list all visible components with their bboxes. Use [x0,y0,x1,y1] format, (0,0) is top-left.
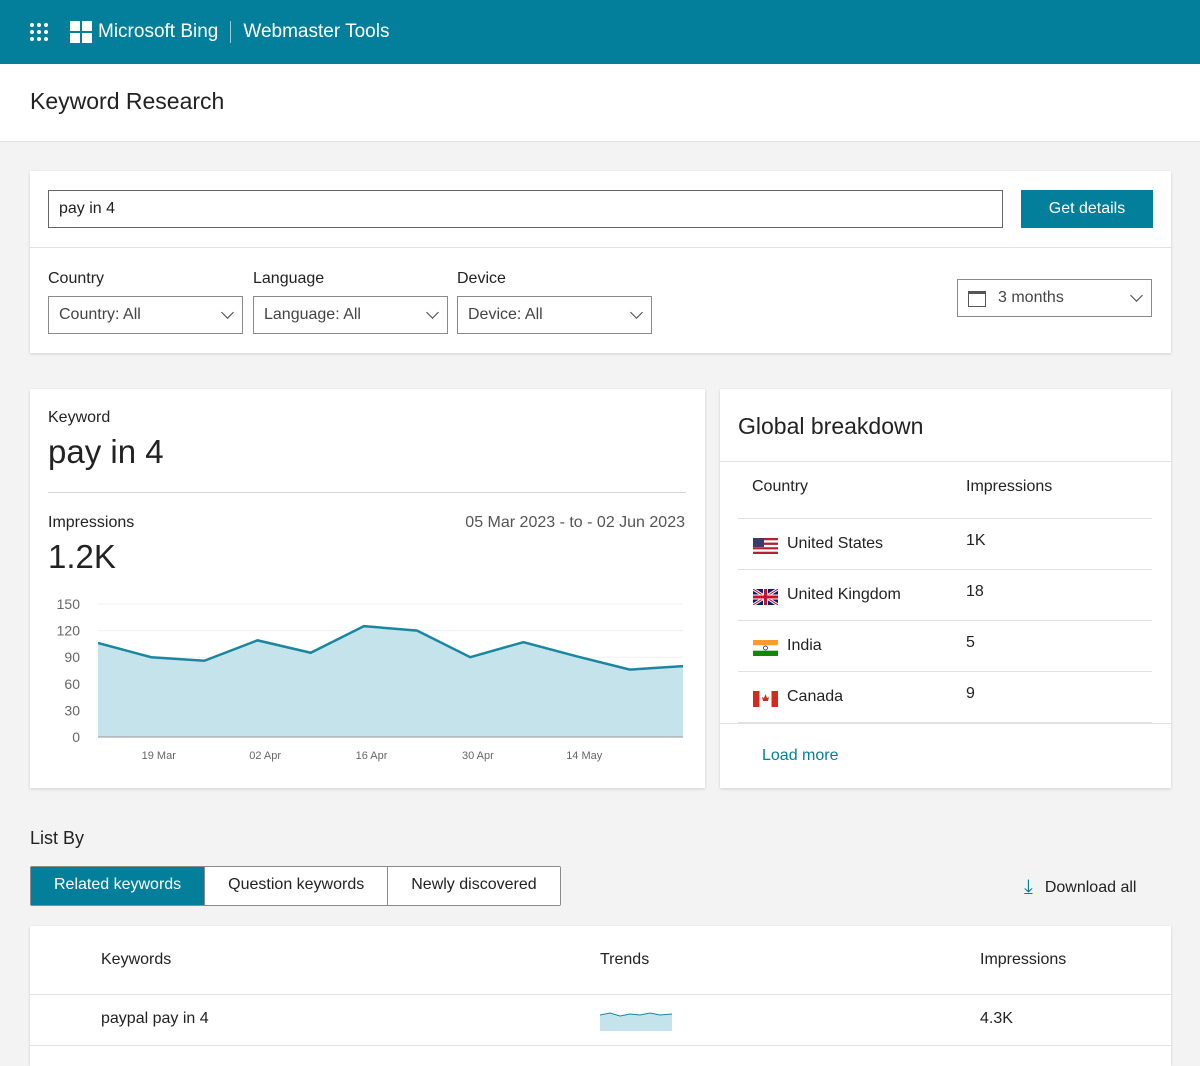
table-row[interactable]: paypal pay in 4 4.3K [30,995,1171,1046]
language-select[interactable]: Language: All [253,296,448,334]
product-name[interactable]: Webmaster Tools [243,21,389,43]
device-label: Device [457,270,506,288]
keyword-cell: paypal pay in 4 [101,1010,209,1028]
divider [230,21,231,43]
device-select[interactable]: Device: All [457,296,652,334]
trend-sparkline [600,1009,672,1031]
keyword-input[interactable]: pay in 4 [48,190,1003,228]
tab-question-keywords[interactable]: Question keywords [205,867,388,905]
country-value: Country: All [59,306,141,323]
microsoft-logo-icon [70,21,92,43]
x-tick-label: 02 Apr [249,750,281,762]
country-name: United Kingdom [787,586,901,604]
column-header-keywords: Keywords [101,951,171,969]
impressions-chart: 0 30 60 90 120 150 19 Mar 02 Apr 16 Apr 30 Apr 14 … [30,389,705,788]
country-impressions: 9 [966,685,975,703]
country-name: United States [787,535,883,553]
top-bar: Microsoft Bing Webmaster Tools [0,0,1200,64]
keyword-card: Keyword pay in 4 Impressions 05 Mar 2023… [30,389,705,788]
x-tick-label: 14 May [566,750,603,762]
y-tick-label: 120 [57,623,81,639]
list-by-label: List By [30,828,84,849]
country-row: United States 1K [738,519,1152,570]
table-header: Country Impressions [738,468,1152,519]
keywords-table: Keywords Trends Impressions paypal pay i… [30,926,1171,1066]
get-details-button[interactable]: Get details [1021,190,1153,228]
uk-flag-icon [753,589,778,605]
impressions-cell: 4.3K [980,1010,1013,1028]
device-value: Device: All [468,306,543,323]
download-all-button[interactable]: ⤓ Download all [1024,876,1136,899]
date-range-select[interactable]: 3 months [957,279,1152,317]
app-launcher-icon[interactable] [30,23,48,41]
list-tabs: Related keywords Question keywords Newly… [30,866,561,906]
country-impressions: 5 [966,634,975,652]
us-flag-icon [753,538,778,554]
y-tick-label: 0 [72,729,80,745]
calendar-icon [968,291,986,307]
column-header-impressions: Impressions [980,951,1066,969]
y-tick-label: 60 [64,676,80,692]
language-label: Language [253,270,324,288]
global-breakdown-title: Global breakdown [738,413,923,440]
country-label: Country [48,270,104,288]
country-name: Canada [787,688,843,706]
search-card: pay in 4 Get details Country Language De… [30,171,1171,353]
country-name: India [787,637,822,655]
x-tick-label: 30 Apr [462,750,494,762]
india-flag-icon [753,640,778,656]
y-tick-label: 90 [64,649,80,665]
country-row: United Kingdom 18 [738,570,1152,621]
column-header-impressions: Impressions [966,478,1052,496]
chevron-down-icon [630,306,643,319]
column-header-trends: Trends [600,951,649,969]
chevron-down-icon [221,306,234,319]
country-row: India 5 [738,621,1152,672]
date-range-value: 3 months [998,289,1064,306]
country-impressions: 1K [966,532,986,550]
y-tick-label: 30 [64,702,80,718]
chevron-down-icon [1130,289,1143,302]
brand-name[interactable]: Microsoft Bing [98,21,218,43]
canada-flag-icon [753,691,778,707]
tab-related-keywords[interactable]: Related keywords [31,867,205,905]
y-tick-label: 150 [57,596,81,612]
load-more-link[interactable]: Load more [762,747,839,765]
page-title: Keyword Research [0,64,1200,142]
tab-newly-discovered[interactable]: Newly discovered [388,867,559,905]
x-tick-label: 19 Mar [142,750,177,762]
country-impressions: 18 [966,583,984,601]
country-row: Canada 9 [738,672,1152,723]
divider [720,723,1171,724]
column-header-country: Country [752,478,808,496]
country-select[interactable]: Country: All [48,296,243,334]
divider [30,247,1171,248]
download-all-label: Download all [1045,879,1137,897]
x-tick-label: 16 Apr [356,750,388,762]
language-value: Language: All [264,306,361,323]
divider [720,461,1171,462]
area-fill [98,626,683,737]
chevron-down-icon [426,306,439,319]
download-icon: ⤓ [1024,876,1033,899]
global-breakdown-card: Global breakdown Country Impressions Uni… [720,389,1171,788]
